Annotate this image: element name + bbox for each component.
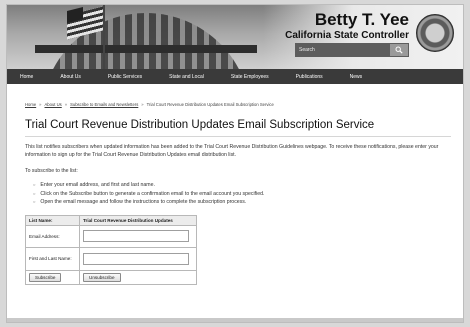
step-item: Click on the Subscribe button to generat… <box>33 190 451 199</box>
official-name[interactable]: Betty T. Yee <box>315 10 409 30</box>
subscribe-steps: Enter your email address, and first and … <box>25 181 451 207</box>
nav-item-about-us[interactable]: About Us <box>60 74 81 80</box>
intro-paragraph: This list notifies subscribers when upda… <box>25 144 439 158</box>
capitol-dome-ring <box>35 45 257 53</box>
name-row: First and Last Name: <box>25 246 197 271</box>
name-field[interactable] <box>83 252 189 265</box>
page-title: Trial Court Revenue Distribution Updates… <box>25 119 375 131</box>
nav-item-news[interactable]: News <box>350 74 363 80</box>
breadcrumb-subscribe-link[interactable]: Subscribe to Emails and Newsletters <box>70 102 138 107</box>
email-label: Email Address: <box>25 224 80 248</box>
name-cell <box>79 246 197 271</box>
nav-item-state-and-local[interactable]: State and Local <box>169 74 204 80</box>
office-title[interactable]: California State Controller <box>285 30 409 41</box>
page-bottom-edge <box>7 318 463 322</box>
nav-item-public-services[interactable]: Public Services <box>108 74 142 80</box>
flagpole <box>103 5 105 69</box>
name-label: First and Last Name: <box>25 246 80 271</box>
main-content: Home» About Us» Subscribe to Emails and Ne… <box>7 84 463 285</box>
subscribe-button[interactable]: Subscribe <box>29 272 62 282</box>
list-name-value: Trial Court Revenue Distribution Updates <box>79 214 197 226</box>
main-nav: Home About Us Public Services State and … <box>7 69 463 84</box>
unsubscribe-cell: Unsubscribe <box>79 269 197 285</box>
step-item: Enter your email address, and first and … <box>33 181 451 190</box>
page-window: Betty T. Yee California State Controller… <box>6 4 464 323</box>
email-row: Email Address: <box>25 224 197 248</box>
breadcrumb-current: Trial Court Revenue Distribution Updates… <box>146 102 274 107</box>
unsubscribe-button[interactable]: Unsubscribe <box>83 272 121 282</box>
search-input[interactable] <box>295 44 387 56</box>
subscription-form: List Name: Trial Court Revenue Distribut… <box>25 214 197 285</box>
title-divider <box>25 136 451 137</box>
search-button[interactable] <box>390 44 408 56</box>
search-icon <box>395 46 403 54</box>
breadcrumb-home-link[interactable]: Home <box>25 102 36 107</box>
nav-item-publications[interactable]: Publications <box>296 74 323 80</box>
header-banner: Betty T. Yee California State Controller <box>7 5 463 69</box>
breadcrumb-separator: » <box>141 102 144 107</box>
form-header-row: List Name: Trial Court Revenue Distribut… <box>25 214 197 226</box>
email-field[interactable] <box>83 230 189 242</box>
breadcrumb-about-link[interactable]: About Us <box>45 102 62 107</box>
subscribe-intro: To subscribe to the list: <box>25 168 78 174</box>
email-cell <box>79 224 197 248</box>
breadcrumb: Home» About Us» Subscribe to Emails and Ne… <box>25 102 451 107</box>
breadcrumb-separator: » <box>39 102 42 107</box>
search-box <box>295 43 409 57</box>
step-item: Open the email message and follow the in… <box>33 198 451 207</box>
breadcrumb-separator: » <box>64 102 68 107</box>
nav-item-state-employees[interactable]: State Employees <box>231 74 269 80</box>
nav-item-home[interactable]: Home <box>20 74 33 80</box>
buttons-row: Subscribe Unsubscribe <box>25 269 197 285</box>
state-controller-seal[interactable] <box>416 14 454 52</box>
list-name-label: List Name: <box>25 214 80 226</box>
subscribe-cell: Subscribe <box>25 269 80 285</box>
